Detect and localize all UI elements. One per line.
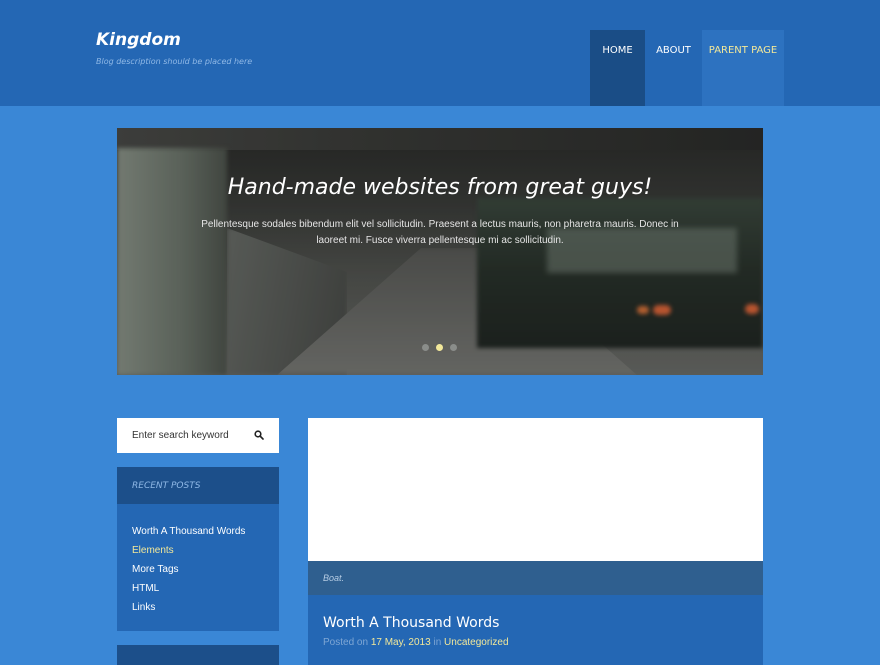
site-description: Blog description should be placed here (96, 57, 253, 66)
post-meta-prefix: Posted on (323, 637, 369, 648)
search-input[interactable] (117, 418, 247, 453)
slide-text: Pellentesque sodales bibendum elit vel s… (201, 219, 679, 246)
widget-title: RECENT POSTS (117, 467, 279, 504)
site-header: Kingdom Blog description should be place… (0, 0, 880, 106)
post-body: Worth A Thousand Words Posted on 17 May,… (308, 595, 763, 665)
hero-slider: Hand-made websites from great guys! Pell… (117, 128, 763, 375)
nav-item-about[interactable]: ABOUT (645, 30, 702, 106)
post-featured-image[interactable] (308, 418, 763, 561)
recent-post-link[interactable]: Worth A Thousand Words (132, 522, 279, 541)
nav-item-parent-page[interactable]: PARENT PAGE (702, 30, 784, 106)
post-title[interactable]: Worth A Thousand Words (323, 615, 499, 631)
next-widget (117, 645, 279, 665)
slider-dot-active[interactable] (436, 344, 443, 351)
recent-post-link[interactable]: Links (132, 598, 279, 617)
site-title[interactable]: Kingdom (96, 30, 181, 50)
slider-dots (422, 344, 457, 351)
post-meta: Posted on 17 May, 2013 in Uncategorized (323, 637, 509, 648)
slider-dot[interactable] (422, 344, 429, 351)
main-nav: HOME ABOUT PARENT PAGE (590, 30, 784, 106)
recent-post-link[interactable]: HTML (132, 579, 279, 598)
post-meta-in: in (433, 637, 442, 648)
post-category-link[interactable]: Uncategorized (444, 637, 508, 648)
recent-post-link[interactable]: Elements (132, 541, 279, 560)
nav-item-home[interactable]: HOME (590, 30, 645, 106)
post-date-link[interactable]: 17 May, 2013 (371, 637, 431, 648)
recent-posts-list: Worth A Thousand Words Elements More Tag… (117, 504, 279, 617)
recent-posts-widget: RECENT POSTS Worth A Thousand Words Elem… (117, 467, 279, 631)
post-image-caption: Boat. (308, 561, 763, 595)
slide-overlay (117, 128, 763, 375)
search-icon[interactable] (254, 430, 264, 440)
slider-dot[interactable] (450, 344, 457, 351)
recent-post-link[interactable]: More Tags (132, 560, 279, 579)
slide-title: Hand-made websites from great guys! (227, 175, 653, 200)
